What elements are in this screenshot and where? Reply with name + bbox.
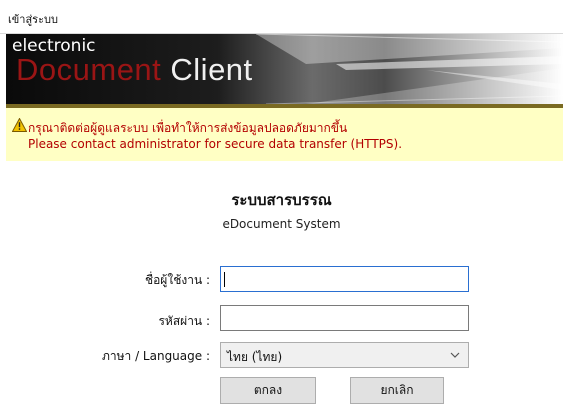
window-title: เข้าสู่ระบบ xyxy=(8,13,58,26)
language-select[interactable]: ไทย (ไทย) xyxy=(220,342,469,368)
cancel-button[interactable]: ยกเลิก xyxy=(350,377,444,404)
warning-text-english: Please contact administrator for secure … xyxy=(28,137,403,151)
ok-button[interactable]: ตกลง xyxy=(220,377,316,404)
brand-document-text: Document xyxy=(16,52,162,87)
username-input[interactable] xyxy=(220,266,469,292)
language-label: ภาษา / Language : xyxy=(101,349,210,363)
text-caret xyxy=(224,272,225,287)
language-selected-value: ไทย (ไทย) xyxy=(227,350,283,364)
brand-logo-text: Document Client xyxy=(16,52,253,88)
brand-client-text: Client xyxy=(161,52,253,87)
system-title-thai: ระบบสารบรรณ xyxy=(231,191,332,209)
warning-triangle-icon xyxy=(12,118,27,132)
password-input[interactable] xyxy=(220,305,469,331)
window-titlebar: เข้าสู่ระบบ xyxy=(0,0,563,34)
password-label: รหัสผ่าน : xyxy=(158,314,210,328)
chevron-down-icon xyxy=(450,352,460,358)
system-title-english: eDocument System xyxy=(222,217,341,231)
username-label: ชื่อผู้ใช้งาน : xyxy=(144,273,210,287)
warning-text-thai: กรุณาติดต่อผู้ดูแลระบบ เพื่อทำให้การส่งข… xyxy=(28,121,348,135)
security-warning-bar: กรุณาติดต่อผู้ดูแลระบบ เพื่อทำให้การส่งข… xyxy=(6,104,563,161)
brand-banner: electronic Document Client xyxy=(6,34,563,104)
